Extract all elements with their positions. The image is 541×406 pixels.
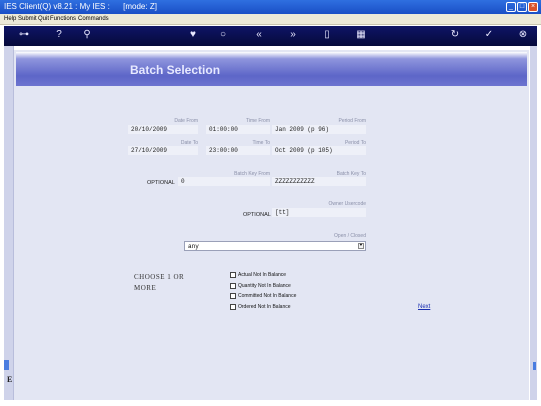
left-edge-marker	[4, 360, 9, 370]
quantity-not-in-balance-label: Quantity Not In Balance	[238, 283, 291, 289]
title-bar: IES Client(Q) v8.21 : My IES : [mode: Z]…	[0, 0, 541, 14]
menu-functions[interactable]: Functions	[50, 14, 76, 24]
choose-line-1: CHOOSE 1 OR	[134, 273, 185, 281]
menu-commands[interactable]: Commands	[78, 14, 109, 24]
time-to-field[interactable]: 23:00:00	[206, 146, 270, 155]
owner-usercode-label: Owner Usercode	[328, 201, 366, 207]
refresh-icon[interactable]: ↻	[448, 29, 462, 41]
header-band	[16, 52, 527, 86]
batch-key-optional-label: OPTIONAL	[147, 180, 175, 186]
content-panel	[14, 50, 529, 400]
clock-icon[interactable]: ○	[216, 29, 230, 41]
choose-label: CHOOSE 1 OR MORE	[134, 272, 194, 294]
copy-icon[interactable]: ▯	[320, 29, 334, 41]
right-frame-strip	[530, 46, 537, 400]
window-title: IES Client(Q) v8.21 : My IES : [mode: Z]	[4, 2, 157, 11]
date-to-field[interactable]: 27/10/2009	[128, 146, 198, 155]
next-link[interactable]: Next	[418, 304, 430, 310]
menu-quit[interactable]: Quit	[38, 14, 49, 24]
back-icon[interactable]: «	[252, 29, 266, 41]
close-window-button[interactable]: ×	[528, 2, 538, 12]
left-frame-strip	[4, 46, 14, 400]
right-edge-marker	[533, 362, 536, 370]
owner-usercode-field[interactable]: [tt]	[272, 208, 366, 217]
actual-not-in-balance-checkbox[interactable]	[230, 272, 236, 278]
page-title: Batch Selection	[130, 63, 221, 77]
open-closed-select[interactable]: any ▼	[184, 241, 366, 251]
committed-not-in-balance-checkbox[interactable]	[230, 293, 236, 299]
help-icon[interactable]: ?	[52, 29, 66, 41]
menu-help[interactable]: Help	[4, 14, 16, 24]
period-from-label: Period From	[338, 118, 366, 124]
quantity-not-in-balance-checkbox[interactable]	[230, 283, 236, 289]
period-to-field[interactable]: Oct 2009 (p 105)	[272, 146, 366, 155]
search-icon[interactable]: ⚲	[80, 29, 94, 41]
forward-icon[interactable]: »	[286, 29, 300, 41]
menu-bar: Help Submit Quit Functions Commands	[0, 14, 541, 25]
heart-icon[interactable]: ♥	[186, 29, 200, 41]
date-from-field[interactable]: 20/10/2009	[128, 125, 198, 134]
actual-not-in-balance-label: Actual Not In Balance	[238, 272, 287, 278]
toolbar: ⊶ ? ⚲ ♥ ○ « » ▯ ▦ ↻ ✓ ⊗	[4, 26, 537, 46]
choose-line-2: MORE	[134, 284, 157, 292]
grid-icon[interactable]: ▦	[354, 29, 368, 41]
batch-key-from-field[interactable]: 0	[178, 177, 270, 186]
open-closed-label: Open / Closed	[334, 233, 366, 239]
maximize-button[interactable]: □	[517, 2, 527, 12]
ordered-not-in-balance-checkbox[interactable]	[230, 304, 236, 310]
time-from-field[interactable]: 01:00:00	[206, 125, 270, 134]
owner-usercode-optional-label: OPTIONAL	[243, 212, 271, 218]
open-closed-value: any	[188, 243, 199, 250]
ordered-not-in-balance-label: Ordered Not In Balance	[238, 304, 291, 310]
date-from-label: Date From	[174, 118, 198, 124]
period-from-field[interactable]: Jan 2009 (p 96)	[272, 125, 366, 134]
batch-key-to-field[interactable]: ZZZZZZZZZZZ	[272, 177, 366, 186]
minimize-button[interactable]: _	[506, 2, 516, 12]
committed-not-in-balance-label: Committed Not In Balance	[238, 293, 297, 299]
menu-submit[interactable]: Submit	[18, 14, 37, 24]
check-icon[interactable]: ✓	[482, 29, 496, 41]
left-edge-icon: E	[7, 375, 13, 384]
key-icon[interactable]: ⊶	[14, 29, 34, 41]
time-from-label: Time From	[246, 118, 270, 124]
close-icon[interactable]: ⊗	[516, 29, 530, 41]
chevron-down-icon[interactable]: ▼	[358, 243, 364, 249]
